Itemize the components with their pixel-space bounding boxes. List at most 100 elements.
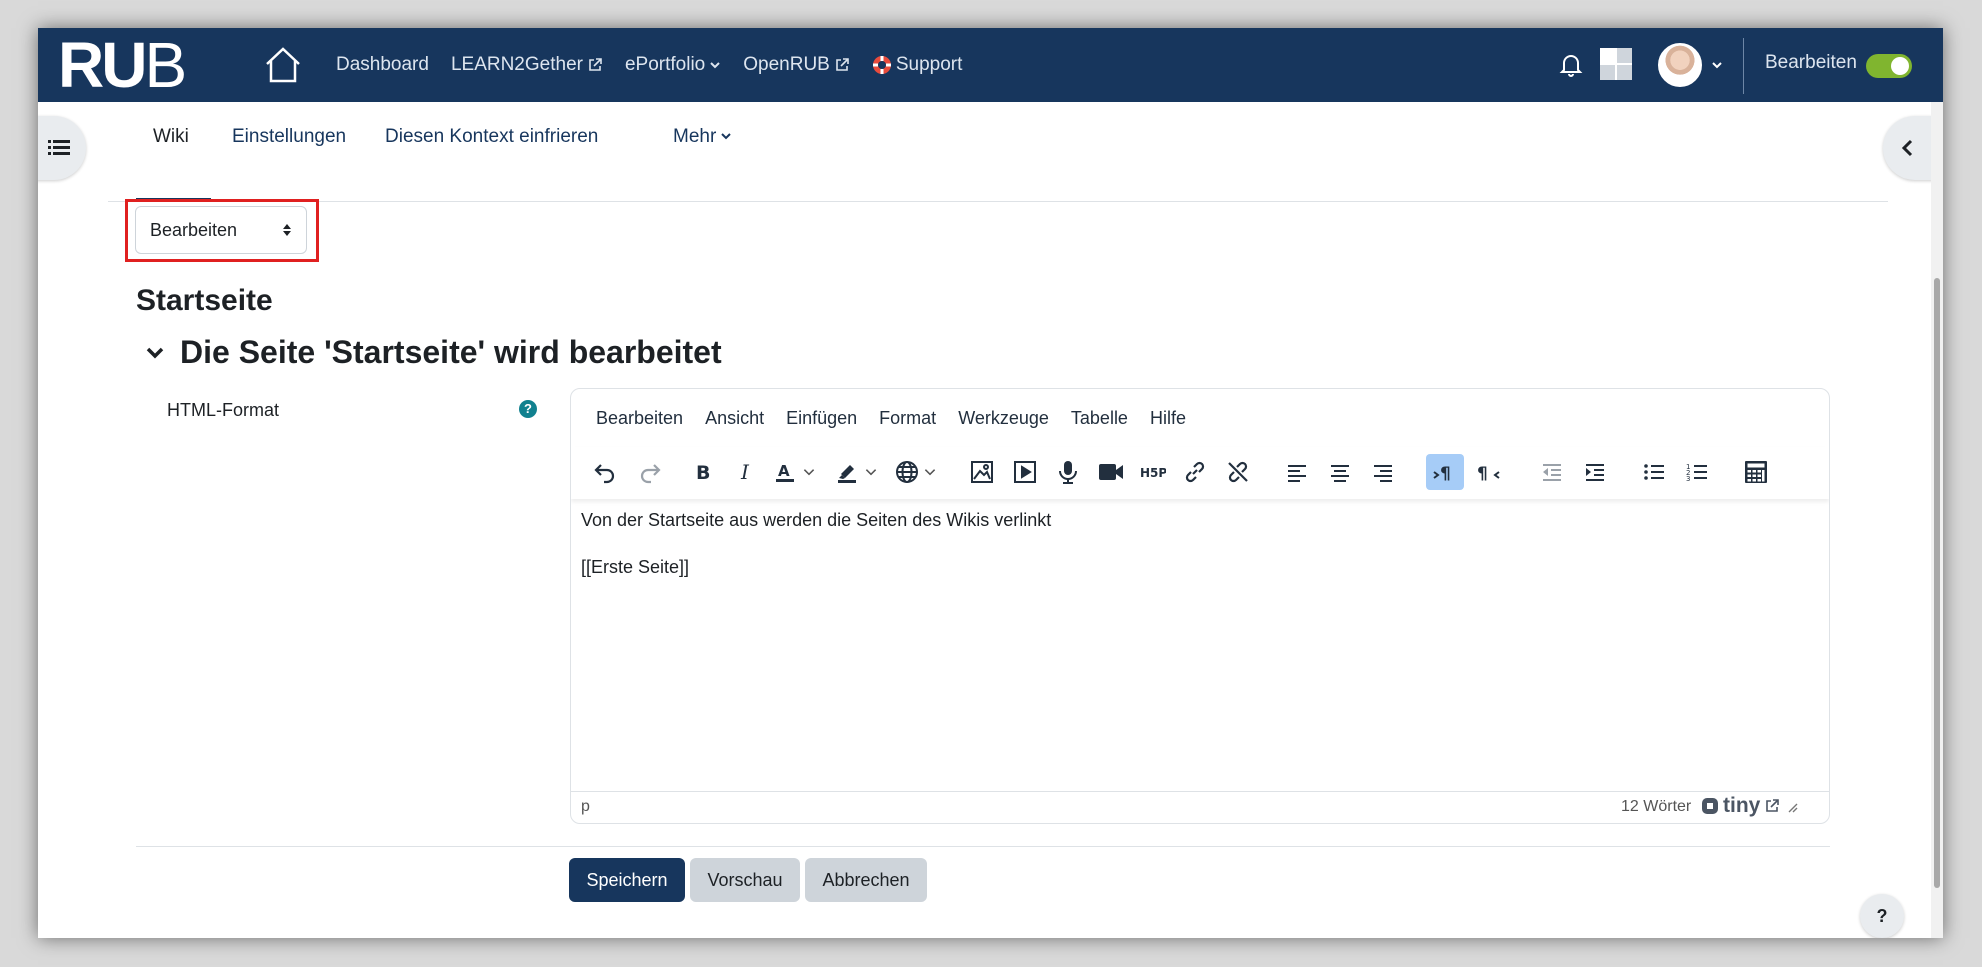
external-link-icon — [1766, 799, 1780, 812]
wiki-mode-value: Bearbeiten — [150, 219, 238, 240]
course-index-toggle[interactable] — [38, 116, 86, 180]
tab-mehr-label: Mehr — [673, 126, 717, 147]
rub-logo[interactable]: RUB — [58, 32, 187, 98]
record-video-button[interactable] — [1092, 454, 1130, 490]
app-grid-icon[interactable] — [1600, 48, 1632, 80]
record-audio-button[interactable] — [1049, 454, 1087, 490]
chevron-down-icon — [924, 469, 936, 476]
block-drawer-toggle[interactable] — [1883, 116, 1933, 180]
page-scrollbar[interactable] — [1931, 102, 1943, 938]
browser-viewport: RUB Dashboard LEARN2Gether ePortfolio Op… — [38, 28, 1943, 938]
italic-icon: I — [740, 460, 750, 484]
element-path[interactable]: p — [581, 798, 590, 816]
form-divider — [136, 846, 1830, 847]
indent-button[interactable] — [1576, 454, 1614, 490]
unlink-button[interactable] — [1219, 454, 1257, 490]
tiny-logo-icon — [1702, 798, 1718, 814]
menu-tabelle[interactable]: Tabelle — [1071, 408, 1128, 429]
menu-einfuegen[interactable]: Einfügen — [786, 408, 857, 429]
undo-button[interactable] — [586, 454, 624, 490]
floating-help-button[interactable]: ? — [1860, 894, 1904, 938]
nav-support[interactable]: Support — [872, 54, 962, 76]
calculator-button[interactable] — [1737, 454, 1775, 490]
text-color-dropdown[interactable] — [799, 454, 819, 490]
outdent-button[interactable] — [1533, 454, 1571, 490]
menu-werkzeuge[interactable]: Werkzeuge — [958, 408, 1049, 429]
content-wikilink[interactable]: [[Erste Seite]] — [581, 556, 1051, 579]
user-avatar[interactable] — [1658, 43, 1702, 87]
primary-navigation: Dashboard LEARN2Gether ePortfolio OpenRU… — [336, 28, 962, 102]
home-icon[interactable] — [262, 44, 304, 86]
numbered-list-button[interactable]: 123 — [1678, 454, 1716, 490]
right-to-left-icon: ¶ — [1477, 464, 1500, 484]
insert-media-button[interactable] — [1006, 454, 1044, 490]
video-camera-icon — [1099, 464, 1123, 480]
external-link-icon — [836, 58, 849, 71]
align-right-button[interactable] — [1364, 454, 1402, 490]
preview-button[interactable]: Vorschau — [690, 858, 800, 902]
nav-openrub[interactable]: OpenRUB — [743, 54, 850, 76]
tab-kontext-einfrieren[interactable]: Diesen Kontext einfrieren — [385, 126, 598, 164]
ltr-button[interactable]: ¶ — [1426, 454, 1464, 490]
redo-icon — [640, 464, 661, 484]
menu-bearbeiten[interactable]: Bearbeiten — [596, 408, 683, 429]
rtl-button[interactable]: ¶ — [1469, 454, 1507, 490]
rich-text-editor: Bearbeiten Ansicht Einfügen Format Werkz… — [570, 388, 1830, 824]
align-left-icon — [1288, 465, 1306, 482]
svg-text:B: B — [696, 462, 710, 484]
highlight-color-dropdown[interactable] — [861, 454, 881, 490]
text-color-icon: A — [776, 462, 794, 482]
word-count[interactable]: 12 Wörter — [1621, 798, 1691, 816]
chevron-down-icon[interactable] — [146, 346, 164, 360]
bold-icon: B — [696, 462, 710, 484]
nav-dashboard[interactable]: Dashboard — [336, 54, 429, 76]
insert-image-button[interactable] — [963, 454, 1001, 490]
svg-text:¶: ¶ — [1477, 464, 1488, 484]
link-button[interactable] — [1176, 454, 1214, 490]
align-left-button[interactable] — [1278, 454, 1316, 490]
wiki-mode-select[interactable]: Bearbeiten — [135, 206, 307, 254]
section-header[interactable]: Die Seite 'Startseite' wird bearbeitet — [146, 334, 722, 371]
bullet-list-button[interactable] — [1635, 454, 1673, 490]
language-dropdown[interactable] — [920, 454, 940, 490]
select-arrows-icon — [283, 224, 291, 236]
chevron-down-icon — [865, 469, 877, 476]
editor-menubar: Bearbeiten Ansicht Einfügen Format Werkz… — [571, 389, 1829, 447]
nav-eportfolio[interactable]: ePortfolio — [625, 54, 721, 76]
highlighter-icon — [838, 465, 856, 483]
h5p-button[interactable]: H5P — [1134, 454, 1172, 490]
scrollbar-thumb[interactable] — [1934, 278, 1940, 888]
tab-einstellungen[interactable]: Einstellungen — [232, 126, 346, 164]
edit-mode-toggle[interactable] — [1866, 54, 1912, 78]
help-icon[interactable]: ? — [519, 400, 537, 418]
editor-statusbar: p 12 Wörter tiny — [571, 791, 1829, 823]
editor-toolbar: B I A H5P ¶ ¶ 123 — [571, 447, 1829, 499]
numbered-list-icon: 123 — [1686, 463, 1707, 483]
menu-ansicht[interactable]: Ansicht — [705, 408, 764, 429]
h5p-icon: H5P — [1140, 466, 1166, 480]
section-heading: Die Seite 'Startseite' wird bearbeitet — [180, 334, 722, 370]
external-link-icon — [589, 58, 602, 71]
microphone-icon — [1059, 461, 1077, 484]
redo-button[interactable] — [631, 454, 669, 490]
nav-learn2gether[interactable]: LEARN2Gether — [451, 54, 603, 76]
tab-wiki[interactable]: Wiki — [153, 126, 189, 164]
editor-content[interactable]: Von der Startseite aus werden die Seiten… — [581, 509, 1051, 604]
tab-mehr[interactable]: Mehr — [673, 126, 732, 164]
menu-hilfe[interactable]: Hilfe — [1150, 408, 1186, 429]
bold-button[interactable]: B — [683, 454, 721, 490]
chevron-down-icon[interactable] — [1710, 58, 1724, 72]
resize-handle-icon[interactable] — [1784, 799, 1798, 813]
notification-bell-icon[interactable] — [1558, 52, 1584, 78]
chevron-down-icon — [710, 62, 720, 69]
cancel-button[interactable]: Abbrechen — [805, 858, 927, 902]
tiny-brand[interactable]: tiny — [1701, 794, 1798, 818]
field-label: HTML-Format — [167, 400, 279, 420]
align-center-icon — [1331, 465, 1349, 482]
align-center-button[interactable] — [1321, 454, 1359, 490]
content-paragraph[interactable]: Von der Startseite aus werden die Seiten… — [581, 509, 1051, 532]
save-button[interactable]: Speichern — [569, 858, 685, 902]
link-icon — [1185, 461, 1205, 483]
italic-button[interactable]: I — [726, 454, 764, 490]
menu-format[interactable]: Format — [879, 408, 936, 429]
